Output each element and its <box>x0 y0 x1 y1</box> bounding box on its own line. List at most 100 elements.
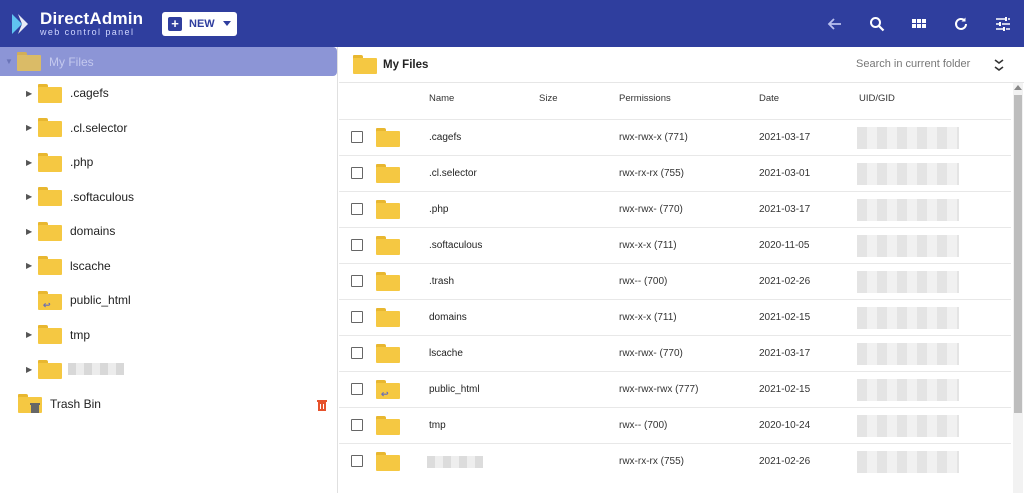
caret-right-icon[interactable]: ▶ <box>26 261 38 270</box>
table-row[interactable]: tmp rwx-- (700) 2020-10-24 <box>339 407 1011 443</box>
file-permissions[interactable]: rwx-rwx-rwx (777) <box>619 384 698 395</box>
file-permissions[interactable]: rwx-rwx- (770) <box>619 348 683 359</box>
file-permissions[interactable]: rwx-rx-rx (755) <box>619 456 684 467</box>
redacted-uid-gid <box>857 307 959 329</box>
caret-right-icon[interactable]: ▶ <box>26 123 38 132</box>
collapse-icon[interactable] <box>993 57 1005 73</box>
row-checkbox[interactable] <box>351 275 363 287</box>
tree-item-label: .php <box>70 155 94 170</box>
table-row[interactable]: lscache rwx-rwx- (770) 2021-03-17 <box>339 335 1011 371</box>
search-button[interactable] <box>856 0 898 47</box>
redacted-uid-gid <box>857 235 959 257</box>
scrollbar-thumb[interactable] <box>1014 95 1022 413</box>
row-checkbox[interactable] <box>351 347 363 359</box>
tree-item[interactable]: ▶ .php <box>0 145 337 180</box>
tree-item[interactable]: ↩ public_html <box>0 283 337 318</box>
tree-item[interactable]: ▶ .cl.selector <box>0 111 337 146</box>
file-permissions[interactable]: rwx-x-x (711) <box>619 312 677 323</box>
caret-right-icon[interactable]: ▶ <box>26 192 38 201</box>
search-input[interactable]: Search in current folder <box>856 58 970 70</box>
file-date: 2021-02-26 <box>759 276 811 287</box>
table-row[interactable]: .softaculous rwx-x-x (711) 2020-11-05 <box>339 227 1011 263</box>
table-row[interactable]: ↩ public_html rwx-rwx-rwx (777) 2021-02-15 <box>339 371 1011 407</box>
column-header-date[interactable]: Date <box>759 93 779 107</box>
file-permissions[interactable]: rwx-rwx-x (771) <box>619 132 688 143</box>
file-permissions[interactable]: rwx-rx-rx (755) <box>619 168 684 179</box>
caret-right-icon[interactable]: ▶ <box>26 330 38 339</box>
redacted-uid-gid <box>857 343 959 365</box>
file-name[interactable]: .php <box>429 204 448 215</box>
row-checkbox[interactable] <box>351 167 363 179</box>
scroll-up-icon[interactable] <box>1014 85 1022 90</box>
caret-right-icon[interactable]: ▶ <box>26 89 38 98</box>
file-permissions[interactable]: rwx-rwx- (770) <box>619 204 683 215</box>
settings-button[interactable] <box>982 0 1024 47</box>
row-checkbox[interactable] <box>351 311 363 323</box>
row-checkbox[interactable] <box>351 203 363 215</box>
row-checkbox[interactable] <box>351 239 363 251</box>
file-name[interactable]: lscache <box>429 348 463 359</box>
file-name[interactable]: public_html <box>429 384 480 395</box>
new-button[interactable]: + NEW <box>162 11 237 36</box>
tree-item[interactable]: ▶ lscache <box>0 249 337 284</box>
back-button[interactable] <box>814 0 856 47</box>
file-permissions[interactable]: rwx-- (700) <box>619 276 667 287</box>
redacted-uid-gid <box>857 199 959 221</box>
column-header-name[interactable]: Name <box>429 93 454 107</box>
file-name[interactable]: .cagefs <box>429 132 461 143</box>
column-header-permissions[interactable]: Permissions <box>619 93 671 107</box>
table-row[interactable]: .php rwx-rwx- (770) 2021-03-17 <box>339 191 1011 227</box>
table-row[interactable]: rwx-rx-rx (755) 2021-02-26 <box>339 443 1011 479</box>
refresh-button[interactable] <box>940 0 982 47</box>
caret-right-icon[interactable]: ▶ <box>26 365 38 374</box>
caret-right-icon[interactable]: ▶ <box>26 158 38 167</box>
file-name[interactable]: .trash <box>429 276 454 287</box>
folder-icon <box>38 118 62 138</box>
folder-icon <box>38 256 62 276</box>
tree-item[interactable]: ▶ tmp <box>0 318 337 353</box>
directadmin-logo-icon <box>10 12 34 36</box>
table-row[interactable]: .cl.selector rwx-rx-rx (755) 2021-03-01 <box>339 155 1011 191</box>
tree-root-my-files[interactable]: ▼ My Files <box>0 47 337 76</box>
tree-item[interactable]: ▶ .cagefs <box>0 76 337 111</box>
file-date: 2021-03-17 <box>759 132 811 143</box>
caret-right-icon[interactable]: ▶ <box>26 227 38 236</box>
file-permissions[interactable]: rwx-- (700) <box>619 420 667 431</box>
redacted-label <box>68 363 124 376</box>
table-row[interactable]: domains rwx-x-x (711) 2021-02-15 <box>339 299 1011 335</box>
file-permissions[interactable]: rwx-x-x (711) <box>619 240 677 251</box>
row-checkbox[interactable] <box>351 455 363 467</box>
folder-icon <box>376 308 400 327</box>
tree-item-label: domains <box>70 224 116 239</box>
tree-item[interactable]: ▶ .softaculous <box>0 180 337 215</box>
tree-item[interactable]: ▶ domains <box>0 214 337 249</box>
row-checkbox[interactable] <box>351 131 363 143</box>
table-row[interactable]: .trash rwx-- (700) 2021-02-26 <box>339 263 1011 299</box>
row-checkbox[interactable] <box>351 419 363 431</box>
tree-item-label: tmp <box>70 327 91 342</box>
file-name[interactable]: .softaculous <box>429 240 482 251</box>
folder-icon <box>376 452 400 471</box>
scrollbar[interactable] <box>1013 83 1023 493</box>
empty-trash-icon[interactable] <box>317 399 327 411</box>
file-name[interactable]: tmp <box>429 420 446 431</box>
trash-bin-item[interactable]: Trash Bin <box>0 387 337 421</box>
top-bar: DirectAdmin web control panel + NEW <box>0 0 1024 47</box>
file-list-panel: My Files Search in current folder Name S… <box>339 47 1024 493</box>
row-checkbox[interactable] <box>351 383 363 395</box>
file-name[interactable]: domains <box>429 312 467 323</box>
folder-icon <box>376 128 400 147</box>
folder-icon <box>376 344 400 363</box>
logo[interactable]: DirectAdmin web control panel <box>10 10 150 37</box>
caret-down-icon[interactable]: ▼ <box>5 57 17 66</box>
column-header-size[interactable]: Size <box>539 93 557 107</box>
folder-icon <box>38 83 62 103</box>
file-name[interactable]: .cl.selector <box>429 168 477 179</box>
shared-folder-icon: ↩ <box>38 290 62 310</box>
grid-view-button[interactable] <box>898 0 940 47</box>
tree-item-label: .cagefs <box>70 86 109 101</box>
table-row[interactable]: .cagefs rwx-rwx-x (771) 2021-03-17 <box>339 119 1011 155</box>
column-header-uid-gid[interactable]: UID/GID <box>859 93 895 107</box>
tree-item-label: .softaculous <box>70 189 135 204</box>
tree-item[interactable]: ▶ <box>0 352 337 387</box>
